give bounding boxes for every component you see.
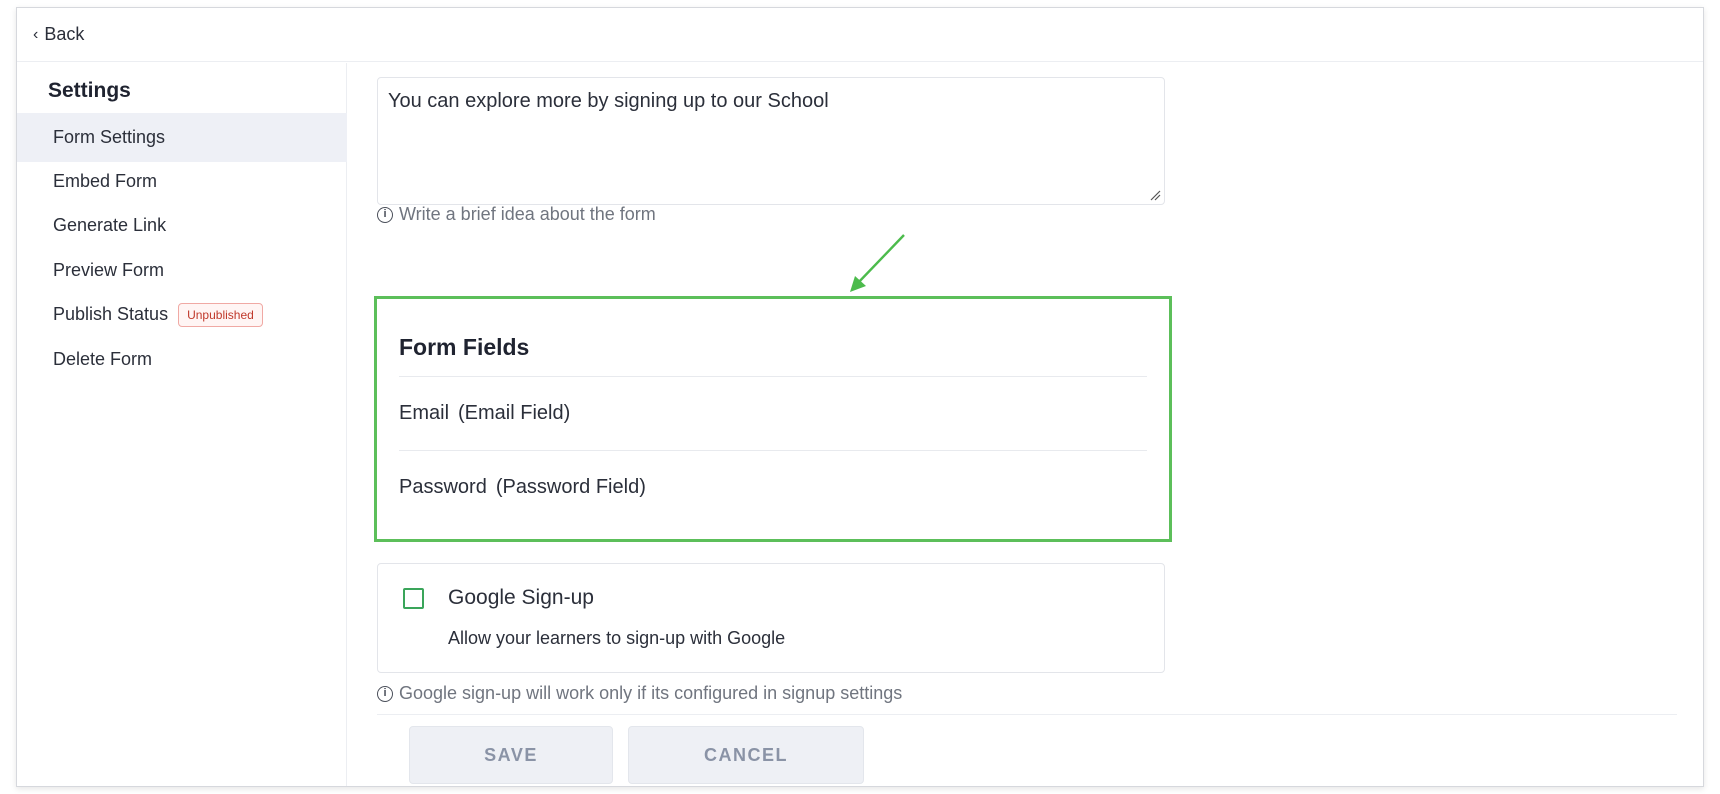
info-icon: i (377, 206, 393, 223)
resize-grip-icon[interactable] (1149, 189, 1161, 201)
google-signup-description: Allow your learners to sign-up with Goog… (448, 628, 786, 648)
app-window: ‹ Back Settings Form Settings Embed Form… (16, 7, 1704, 787)
sidebar-item-publish-status[interactable]: Publish Status Unpublished (17, 290, 347, 339)
field-type: (Email Field) (458, 402, 571, 424)
footer-divider (377, 714, 1677, 715)
sidebar-item-label: Generate Link (53, 215, 167, 235)
sidebar-item-form-settings[interactable]: Form Settings (17, 113, 347, 162)
form-fields-title: Form Fields (399, 334, 530, 360)
form-field-row: Password (Password Field) (399, 450, 1147, 524)
info-icon: i (377, 685, 393, 702)
settings-sidebar: Settings Form Settings Embed Form Genera… (17, 63, 347, 786)
cancel-button[interactable]: CANCEL (628, 726, 864, 784)
sidebar-item-label: Form Settings (53, 127, 166, 147)
field-type: (Password Field) (495, 476, 646, 498)
annotation-arrow-icon (850, 234, 905, 292)
back-button[interactable]: ‹ Back (33, 24, 84, 45)
main-content: You can explore more by signing up to ou… (347, 63, 1703, 786)
sidebar-title: Settings (48, 79, 131, 102)
google-signup-hint: i Google sign-up will work only if its c… (377, 683, 902, 704)
sidebar-item-preview-form[interactable]: Preview Form (17, 246, 347, 295)
description-hint: i Write a brief idea about the form (377, 204, 656, 225)
form-field-row: Email (Email Field) (399, 376, 1147, 450)
sidebar-item-generate-link[interactable]: Generate Link (17, 201, 347, 250)
description-hint-text: Write a brief idea about the form (399, 204, 656, 224)
save-button[interactable]: SAVE (409, 726, 613, 784)
google-signup-panel: Google Sign-up Allow your learners to si… (377, 563, 1165, 673)
google-signup-hint-text: Google sign-up will work only if its con… (399, 683, 903, 703)
form-fields-panel: Form Fields Email (Email Field) Password… (374, 296, 1172, 542)
field-label: Password (399, 476, 487, 498)
google-signup-checkbox[interactable] (403, 588, 424, 609)
description-textarea[interactable]: You can explore more by signing up to ou… (377, 77, 1165, 205)
field-label: Email (399, 402, 450, 424)
sidebar-item-label: Publish Status (53, 304, 169, 324)
sidebar-item-label: Delete Form (53, 349, 153, 369)
chevron-left-icon: ‹ (33, 25, 39, 43)
status-badge: Unpublished (178, 302, 263, 327)
sidebar-item-embed-form[interactable]: Embed Form (17, 157, 347, 206)
sidebar-item-label: Embed Form (53, 171, 158, 191)
sidebar-item-label: Preview Form (53, 260, 165, 280)
google-signup-label: Google Sign-up (448, 586, 594, 609)
top-bar: ‹ Back (17, 8, 1703, 62)
back-label: Back (44, 24, 85, 44)
sidebar-item-delete-form[interactable]: Delete Form (17, 335, 347, 384)
